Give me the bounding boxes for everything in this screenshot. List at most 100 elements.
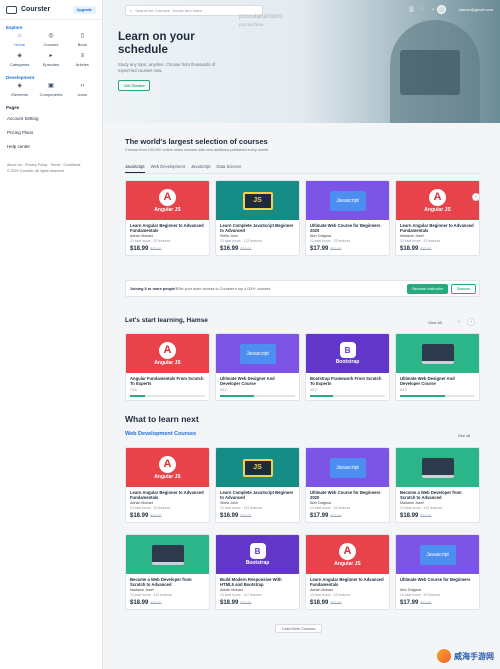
progress-count: 6/10 (400, 388, 407, 392)
hero: ⌕ Search for Courses , books and more. p… (103, 0, 500, 123)
course-card[interactable]: Javascript Ultimate Web Course for Beginn… (305, 180, 390, 256)
course-title[interactable]: Ultimate Web Designer And Developer Cour… (400, 376, 475, 386)
tab-javascript[interactable]: JavaScript (125, 164, 145, 173)
bell-icon[interactable]: ◔ (431, 7, 434, 13)
course-title[interactable]: Become a Web Developer from Scratch to A… (130, 577, 205, 587)
course-card[interactable]: Javascript Ultimate Web Designer And Deve… (215, 333, 300, 401)
cart-icon[interactable]: ⛒ (409, 7, 414, 13)
course-thumbnail[interactable]: Javascript (306, 181, 389, 220)
course-old-price: $32.00 (150, 247, 162, 251)
course-thumbnail[interactable] (126, 535, 209, 574)
tab-web-development[interactable]: Web Development (151, 164, 185, 173)
course-card[interactable]: Javascript Ultimate Web Course for Beginn… (395, 534, 480, 610)
sidebar: Courster Upgrade Explore ⌂ Home ◎ Courses … (0, 0, 103, 669)
course-thumbnail[interactable]: Javascript (396, 535, 479, 574)
see-all-link[interactable]: See all (458, 433, 470, 438)
course-thumbnail[interactable]: A Angular JS (126, 334, 209, 373)
banner-bold-text: Joining 5 or more people? (130, 286, 178, 291)
upgrade-button[interactable]: Upgrade (72, 6, 96, 14)
course-author: Alex Dolgava (310, 234, 332, 238)
course-title[interactable]: Become a Web Developer from Scratch to A… (400, 490, 475, 500)
course-card[interactable]: Ultimate Web Designer And Developer Cour… (395, 333, 480, 401)
page-link-account-setting[interactable]: Account Setting (0, 113, 102, 124)
course-thumbnail[interactable]: B Bootstrap (306, 334, 389, 373)
course-card[interactable]: A Angular JS Angular Fundamentals From Scr… (125, 333, 210, 401)
bootstrap-logo-icon: B (249, 543, 266, 559)
course-title[interactable]: Angular Fundamentals From Scratch To Exp… (130, 376, 205, 386)
become-instructor-button[interactable]: Become Instructor (407, 284, 448, 294)
carousel-prev-arrow[interactable]: ‹ (455, 318, 463, 326)
course-card[interactable]: Javascript Ultimate Web Course for Beginn… (305, 447, 390, 523)
load-more-button[interactable]: Load More Courses (275, 624, 323, 633)
course-card[interactable]: B Bootstrap Build Modern Responsive With H… (215, 534, 300, 610)
carousel-next-arrow[interactable]: › (472, 193, 480, 201)
sidebar-item-home[interactable]: ⌂ Home (4, 33, 35, 47)
course-card[interactable]: A Angular JS Learn Angular Beginner to Adv… (125, 180, 210, 256)
sidebar-item-book[interactable]: ▯ Book (67, 33, 98, 47)
course-title[interactable]: Ultimate Web Course for Beginners (400, 577, 475, 587)
course-thumbnail[interactable]: A Angular JS (306, 535, 389, 574)
course-card[interactable]: JS Learn Complete JavaScript Beginner to … (215, 447, 300, 523)
course-thumbnail[interactable]: B Bootstrap (216, 535, 299, 574)
course-old-price: $32.00 (420, 514, 432, 518)
course-price: $18.99 (130, 246, 149, 252)
sidebar-item-articles[interactable]: ≡ Articles (67, 53, 98, 67)
sidebar-item-categories[interactable]: ◈ Categories (4, 53, 35, 67)
course-title[interactable]: Ultimate Web Designer And Developer Cour… (220, 376, 295, 386)
course-card[interactable]: A Angular JS Learn Angular Beginner to Adv… (125, 447, 210, 523)
course-title[interactable]: Learn Angular Beginner to Advanced Funda… (310, 577, 385, 587)
avatar[interactable] (437, 5, 446, 14)
course-meta: 13 total hours · 122 lectures (400, 506, 443, 510)
course-title[interactable]: Build Modern Responsive With HTML5 and B… (220, 577, 295, 587)
sidebar-item-elements[interactable]: ◈ Elements (4, 83, 35, 97)
sidebar-item-icons[interactable]: ‹› Icons (67, 83, 98, 97)
course-title[interactable]: Learn Complete JavaScript Beginner to Ad… (220, 490, 295, 500)
page-link-pricing-plans[interactable]: Pricing Plans (0, 127, 102, 138)
course-thumbnail[interactable]: Javascript (306, 448, 389, 487)
dismiss-button[interactable]: Dismiss (450, 284, 476, 294)
course-old-price: $32.00 (330, 247, 342, 251)
tab-javascript-2[interactable]: JavaScript (191, 164, 211, 173)
get-started-button[interactable]: Get Started (118, 80, 151, 91)
course-title[interactable]: Learn Complete JavaScript Beginner to Ad… (220, 223, 295, 233)
course-card[interactable]: A Angular JS Learn Angular Beginner to Adv… (395, 180, 480, 256)
course-thumbnail[interactable]: Javascript (216, 334, 299, 373)
carousel-next-arrow[interactable]: › (467, 318, 475, 326)
page-link-help-center[interactable]: Help center (0, 141, 102, 152)
course-title[interactable]: Learn Angular Beginner to Advanced Funda… (130, 490, 205, 500)
course-thumbnail[interactable] (396, 448, 479, 487)
course-card[interactable]: JS Learn Complete JavaScript Beginner to … (215, 180, 300, 256)
user-email[interactable]: hamse@gmail.com (459, 7, 493, 12)
course-thumbnail[interactable]: A Angular JS (126, 448, 209, 487)
course-title[interactable]: Ultimate Web Course for Beginners 2020 (310, 490, 385, 500)
view-all-link[interactable]: View All (428, 320, 442, 325)
course-title[interactable]: Bootstrap Framework From Scratch To Expe… (310, 376, 385, 386)
course-title[interactable]: Learn Angular Beginner to Advanced Funda… (400, 223, 475, 233)
hero-subtitle: Study any topic, anytime. Choose from th… (118, 62, 216, 73)
course-meta: 13 total hours · 32 lectures (310, 506, 351, 510)
course-thumbnail[interactable]: A Angular JS (396, 181, 479, 220)
course-card[interactable]: Become a Web Developer from Scratch to A… (395, 447, 480, 523)
course-thumbnail[interactable]: JS (216, 448, 299, 487)
course-card[interactable]: Become a Web Developer from Scratch to A… (125, 534, 210, 610)
heart-icon[interactable]: ♡ (420, 7, 424, 13)
course-price: $17.99 (310, 246, 329, 252)
course-author: Madame Josef (400, 501, 424, 505)
course-old-price: $32.00 (240, 514, 252, 518)
tab-data-science[interactable]: Data Science (217, 164, 242, 173)
sidebar-item-courses[interactable]: ◎ Courses (35, 33, 66, 47)
course-thumbnail[interactable]: JS (216, 181, 299, 220)
course-author: Adrian Mohani (310, 588, 334, 592)
course-title[interactable]: Learn Angular Beginner to Advanced Funda… (130, 223, 205, 233)
course-author: Alex Dolgava (400, 588, 422, 592)
sidebar-item-components[interactable]: ▣ Components (35, 83, 66, 97)
course-thumbnail[interactable]: A Angular JS (126, 181, 209, 220)
course-thumbnail[interactable] (396, 334, 479, 373)
course-card[interactable]: B Bootstrap Bootstrap Framework From Scrat… (305, 333, 390, 401)
course-meta: 13 total hours · 122 lectures (130, 593, 173, 597)
web-laptop-icon (151, 544, 184, 565)
course-card[interactable]: A Angular JS Learn Angular Beginner to Adv… (305, 534, 390, 610)
course-title[interactable]: Ultimate Web Course for Beginners 2020 (310, 223, 385, 233)
sidebar-item-episodes[interactable]: ▸ Episodes (35, 53, 66, 67)
article-icon: ≡ (80, 53, 85, 59)
